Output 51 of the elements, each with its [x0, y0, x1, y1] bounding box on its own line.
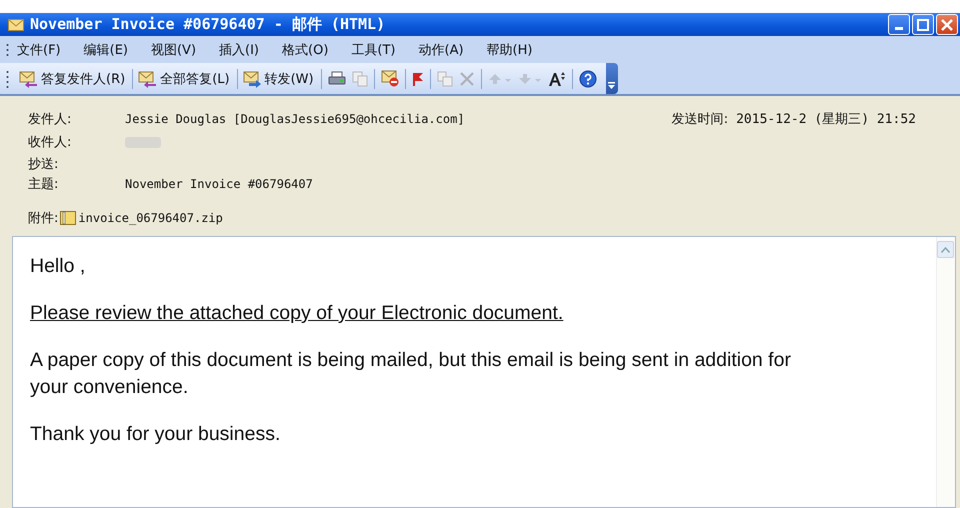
chevron-down-icon [608, 82, 616, 90]
grip-icon [6, 42, 9, 56]
menu-item[interactable]: 插入(I) [219, 40, 260, 58]
flag-icon [412, 70, 424, 86]
envelope-block-icon [380, 70, 399, 87]
forward-button[interactable]: 转发(W) [240, 66, 318, 92]
forward-envelope-icon [242, 70, 263, 88]
menu-item[interactable]: 帮助(H) [486, 40, 532, 58]
menu-item[interactable]: 动作(A) [418, 40, 464, 58]
close-button[interactable] [936, 14, 958, 35]
message-paragraph: A paper copy of this document is being mailed, but this email is being sent in addition for your convenience. [30, 348, 792, 400]
menu-item[interactable]: 工具(T) [351, 40, 396, 58]
attachment-link[interactable]: invoice_06796407.zip [78, 211, 223, 225]
down-arrow-icon [518, 72, 542, 86]
field-label: 抄送: [28, 156, 60, 173]
sent-time: 2015-12-2 (星期三) 21:52 [736, 111, 916, 128]
help-icon [578, 70, 597, 88]
field-label: 发件人: [28, 111, 72, 128]
close-icon [941, 18, 953, 30]
menu-item[interactable]: 视图(V) [150, 40, 196, 58]
maximize-button[interactable] [912, 14, 934, 35]
grip-icon [6, 70, 9, 88]
folders-icon [436, 70, 453, 86]
maximize-icon [917, 18, 929, 30]
sender-text: Jessie Douglas [DouglasJessie695@ohcecilia.com] [125, 112, 465, 126]
message-paragraph: Hello , [30, 254, 86, 279]
field-label: 主题: [28, 176, 60, 193]
printer-icon [328, 70, 346, 86]
minimize-icon [895, 27, 903, 30]
reply-all-button[interactable]: 全部答复(L) [136, 66, 234, 92]
subject-text: November Invoice #06796407 [125, 177, 313, 191]
reply-envelope-icon [19, 70, 39, 88]
zip-file-icon [60, 211, 76, 225]
field-label: 附件: [28, 210, 58, 227]
menu-item[interactable]: 编辑(E) [84, 40, 128, 58]
message-paragraph: Thank you for your business. [30, 422, 282, 447]
up-arrow-icon [488, 72, 512, 86]
reply-button[interactable]: 答复发件人(R) [17, 66, 130, 92]
message-link[interactable]: Please review the attached copy of your Electronic document. [30, 300, 830, 327]
delete-icon [458, 70, 475, 86]
toolbar-options-button[interactable] [606, 63, 618, 94]
font-size-icon [548, 70, 566, 86]
menu-item[interactable]: 文件(F) [17, 40, 61, 58]
minimize-button[interactable] [888, 14, 910, 35]
field-label: 发送时间: [672, 111, 728, 128]
window-title: November Invoice #06796407 - 邮件 (HTML) [30, 15, 386, 34]
envelope-icon [8, 18, 24, 30]
menu-item[interactable]: 格式(O) [282, 40, 328, 58]
reply-envelope-icon [138, 70, 158, 88]
copy-icon [352, 70, 368, 86]
field-label: 收件人: [28, 134, 72, 151]
